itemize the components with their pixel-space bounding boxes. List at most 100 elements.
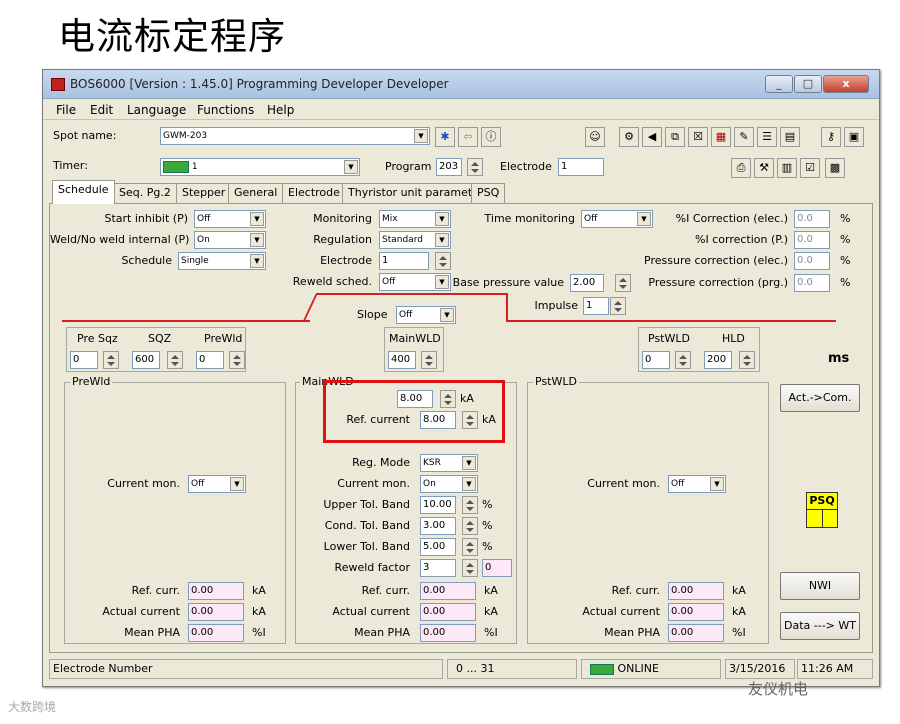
chart-icon[interactable]: ▥	[777, 158, 797, 178]
menu-edit[interactable]: Edit	[90, 103, 113, 117]
pstwld-time-field[interactable]: 0	[642, 351, 670, 369]
reweld-sched-select[interactable]: Off ▼	[379, 273, 451, 291]
back-arrow-icon[interactable]: ⇦	[458, 127, 478, 147]
main-pha-field[interactable]: 0.00	[420, 624, 476, 642]
tab-seq-pg2[interactable]: Seq. Pg.2	[113, 183, 177, 203]
pre-sqz-spinner[interactable]	[103, 351, 119, 369]
info-icon[interactable]: ⓘ	[481, 127, 501, 147]
electrode-param-spinner[interactable]	[435, 252, 451, 270]
prewld-current-mon-select[interactable]: Off ▼	[188, 475, 246, 493]
program-field[interactable]: 203	[436, 158, 462, 176]
regulation-select[interactable]: Standard ▼	[379, 231, 451, 249]
lower-tol-field[interactable]: 5.00	[420, 538, 456, 556]
lower-tol-spinner[interactable]	[462, 538, 478, 556]
maximize-button[interactable]: □	[794, 75, 822, 93]
delete-icon[interactable]: ☒	[688, 127, 708, 147]
nwi-button[interactable]: NWI	[780, 572, 860, 600]
edit-icon[interactable]: ✎	[734, 127, 754, 147]
sqz-spinner[interactable]	[167, 351, 183, 369]
pst-pha-field[interactable]: 0.00	[668, 624, 724, 642]
prewld-time-spinner[interactable]	[229, 351, 245, 369]
prewld-time-field[interactable]: 0	[196, 351, 224, 369]
minimize-button[interactable]: _	[765, 75, 793, 93]
asterisk-icon[interactable]: ✱	[435, 127, 455, 147]
upper-tol-spinner[interactable]	[462, 496, 478, 514]
copy-icon[interactable]: ⧉	[665, 127, 685, 147]
reg-mode-select[interactable]: KSR ▼	[420, 454, 478, 472]
impulse-field[interactable]: 1	[583, 297, 609, 315]
tab-stepper[interactable]: Stepper	[176, 183, 232, 203]
hld-spinner[interactable]	[739, 351, 755, 369]
cond-tol-field[interactable]: 3.00	[420, 517, 456, 535]
prewld-ref-curr-field[interactable]: 0.00	[188, 582, 244, 600]
press-elec-field[interactable]: 0.0	[794, 252, 830, 270]
main-ref-curr-field[interactable]: 0.00	[420, 582, 476, 600]
check-icon[interactable]: ☑	[800, 158, 820, 178]
print-icon[interactable]: ⎙	[731, 158, 751, 178]
hld-field[interactable]: 200	[704, 351, 732, 369]
start-inhibit-select[interactable]: Off ▼	[194, 210, 266, 228]
reweld-factor-spinner[interactable]	[462, 559, 478, 577]
pre-sqz-field[interactable]: 0	[70, 351, 98, 369]
spot-name-select[interactable]: GWM-203 ▼	[160, 127, 430, 145]
schedule-select[interactable]: Single ▼	[178, 252, 266, 270]
base-pressure-spinner[interactable]	[615, 274, 631, 292]
tab-psq[interactable]: PSQ	[471, 183, 506, 203]
main-actual-field[interactable]: 0.00	[420, 603, 476, 621]
menu-language[interactable]: Language	[127, 103, 186, 117]
mainwld-time-spinner[interactable]	[421, 351, 437, 369]
settings-icon[interactable]: ⚙	[619, 127, 639, 147]
spot-name-label: Spot name:	[53, 129, 117, 142]
grid-icon[interactable]: ▦	[711, 127, 731, 147]
pstwld-time-spinner[interactable]	[675, 351, 691, 369]
table-icon[interactable]: ▤	[780, 127, 800, 147]
tab-thyristor[interactable]: Thyristor unit parameter	[342, 183, 490, 203]
reweld-factor-2-field[interactable]: 0	[482, 559, 512, 577]
tab-electrode[interactable]: Electrode	[282, 183, 346, 203]
pst-current-mon-select[interactable]: Off ▼	[668, 475, 726, 493]
tab-general[interactable]: General	[228, 183, 284, 203]
data-wt-button[interactable]: Data ---> WT	[780, 612, 860, 640]
pstwld-group-title: PstWLD	[533, 375, 579, 388]
press-prg-field[interactable]: 0.0	[794, 274, 830, 292]
key-icon[interactable]: ⚷	[821, 127, 841, 147]
tools-icon[interactable]: ⚒	[754, 158, 774, 178]
user-icon[interactable]: ☺	[585, 127, 605, 147]
menu-functions[interactable]: Functions	[197, 103, 254, 117]
corr-p-field[interactable]: 0.0	[794, 231, 830, 249]
menu-file[interactable]: File	[56, 103, 76, 117]
pst-actual-field[interactable]: 0.00	[668, 603, 724, 621]
electrode-field[interactable]: 1	[558, 158, 604, 176]
slope-select[interactable]: Off ▼	[396, 306, 456, 324]
watermark-left: 大数跨境	[8, 700, 57, 714]
electrode-param-field[interactable]: 1	[379, 252, 429, 270]
save-icon[interactable]: ▣	[844, 127, 864, 147]
cond-tol-spinner[interactable]	[462, 517, 478, 535]
menu-help[interactable]: Help	[267, 103, 294, 117]
timer-select[interactable]: 1 ▼	[160, 158, 360, 176]
sqz-field[interactable]: 600	[132, 351, 160, 369]
status-electrode-number: Electrode Number	[49, 659, 443, 679]
main-current-mon-label: Current mon.	[337, 477, 410, 490]
monitoring-select[interactable]: Mix ▼	[379, 210, 451, 228]
close-button[interactable]: x	[823, 75, 869, 93]
act-com-button[interactable]: Act.->Com.	[780, 384, 860, 412]
main-current-mon-select[interactable]: On ▼	[420, 475, 478, 493]
psq-indicator[interactable]: PSQ	[806, 492, 838, 528]
base-pressure-field[interactable]: 2.00	[570, 274, 604, 292]
reweld-factor-field[interactable]: 3	[420, 559, 456, 577]
prewld-actual-field[interactable]: 0.00	[188, 603, 244, 621]
weld-internal-select[interactable]: On ▼	[194, 231, 266, 249]
pst-ref-curr-field[interactable]: 0.00	[668, 582, 724, 600]
prewld-pha-field[interactable]: 0.00	[188, 624, 244, 642]
time-monitoring-select[interactable]: Off ▼	[581, 210, 653, 228]
pattern-icon[interactable]: ▩	[825, 158, 845, 178]
program-spinner[interactable]	[467, 158, 483, 176]
tab-schedule[interactable]: Schedule	[52, 180, 115, 204]
upper-tol-field[interactable]: 10.00	[420, 496, 456, 514]
impulse-spinner[interactable]	[610, 297, 626, 315]
prev-icon[interactable]: ◀	[642, 127, 662, 147]
mainwld-time-field[interactable]: 400	[388, 351, 416, 369]
list-icon[interactable]: ☰	[757, 127, 777, 147]
corr-elec-field[interactable]: 0.0	[794, 210, 830, 228]
